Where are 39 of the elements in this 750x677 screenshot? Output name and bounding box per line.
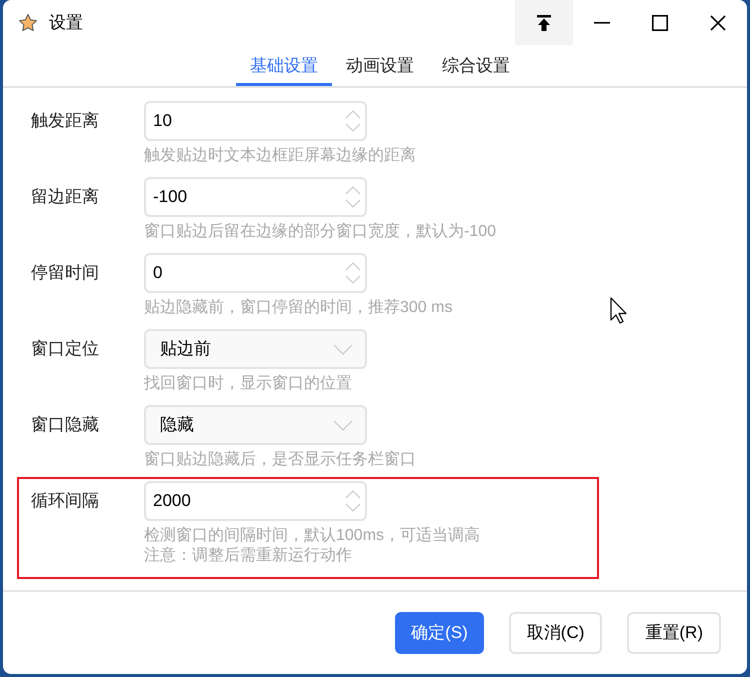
window-title: 设置 xyxy=(49,12,83,34)
mouse-cursor-icon xyxy=(610,297,629,324)
spinner-icon xyxy=(344,184,362,210)
maximize-icon xyxy=(652,14,668,30)
confirm-button[interactable]: 确定(S) xyxy=(395,612,484,654)
hint-text: 注意：调整后需重新运行动作 xyxy=(144,546,353,566)
minimize-icon xyxy=(594,22,610,24)
pin-button[interactable] xyxy=(515,0,573,45)
number-field[interactable]: -100 xyxy=(144,177,367,217)
tab[interactable]: 动画设置 xyxy=(332,45,428,86)
setting-label: 窗口定位 xyxy=(31,338,100,360)
spinner-icon xyxy=(344,108,362,134)
tab[interactable]: 综合设置 xyxy=(428,45,524,86)
chevron-down-icon xyxy=(333,344,353,354)
star-icon xyxy=(18,12,38,32)
dialog-button[interactable]: 取消(C) xyxy=(508,612,602,654)
setting-label: 触发距离 xyxy=(31,110,100,132)
hint-text: 窗口贴边后留在边缘的部分窗口宽度，默认为-100 xyxy=(144,222,496,242)
pin-to-top-icon xyxy=(537,14,551,30)
hint-text: 窗口贴边隐藏后，是否显示任务栏窗口 xyxy=(144,450,416,470)
setting-label: 停留时间 xyxy=(31,262,100,284)
chevron-down-icon xyxy=(333,420,353,430)
hint-text: 贴边隐藏前，窗口停留的时间，推荐300 ms xyxy=(144,298,452,318)
hint-text: 检测窗口的间隔时间，默认100ms，可适当调高 xyxy=(144,526,480,546)
hint-text: 找回窗口时，显示窗口的位置 xyxy=(144,374,353,394)
spinner-icon xyxy=(344,260,362,286)
setting-label: 留边距离 xyxy=(31,186,100,208)
close-icon xyxy=(710,14,726,30)
dropdown[interactable]: 隐藏 xyxy=(144,405,367,445)
number-field[interactable]: 2000 xyxy=(144,481,367,521)
tab[interactable]: 基础设置 xyxy=(236,45,332,86)
number-field[interactable]: 10 xyxy=(144,101,367,141)
hint-text: 触发贴边时文本边框距屏幕边缘的距离 xyxy=(144,146,416,166)
setting-label: 循环间隔 xyxy=(31,490,100,512)
dropdown[interactable]: 贴边前 xyxy=(144,329,367,369)
setting-label: 窗口隐藏 xyxy=(31,414,100,436)
dialog-button[interactable]: 重置(R) xyxy=(627,612,721,654)
number-field[interactable]: 0 xyxy=(144,253,367,293)
spinner-icon xyxy=(344,488,362,514)
